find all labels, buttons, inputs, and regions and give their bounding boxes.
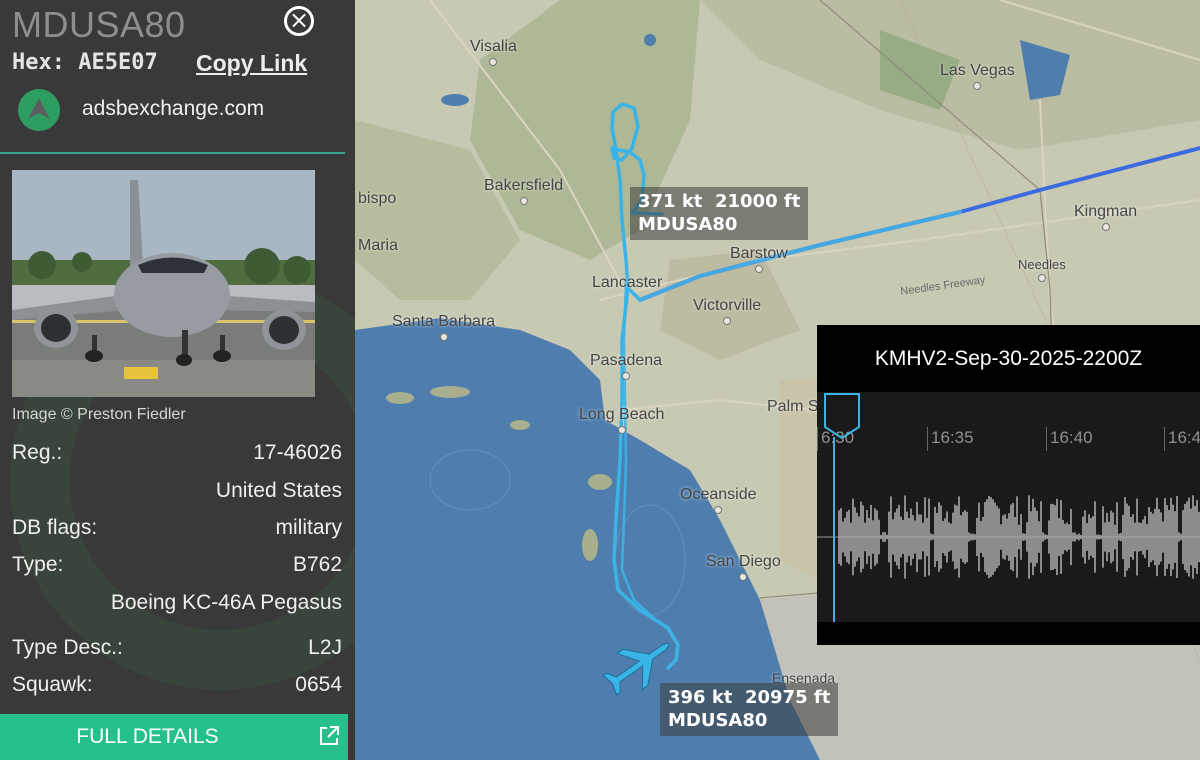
city-long-beach: Long Beach (579, 406, 664, 434)
copy-link[interactable]: Copy Link (196, 50, 307, 77)
label-speed: 396 kt (668, 687, 733, 708)
city-pasadena: Pasadena (590, 352, 662, 380)
label-altitude: 21000 ft (714, 191, 801, 212)
hex-row: Hex: AE5E07 (12, 50, 158, 75)
divider (0, 152, 345, 154)
label-speed: 371 kt (638, 191, 703, 212)
city-obispo: bispo (358, 190, 397, 207)
dbflags-value: military (275, 516, 343, 539)
playhead-line[interactable] (833, 437, 835, 622)
city-victorville: Victorville (693, 297, 761, 325)
timeline-tick: 16:40 (1046, 427, 1093, 451)
hex-label: Hex: (12, 50, 65, 75)
reg-value: 17-46026 (253, 441, 342, 464)
label-callsign: MDUSA80 (638, 214, 738, 235)
adsbexchange-logo-icon (18, 89, 60, 131)
audio-player-panel[interactable]: KMHV2-Sep-30-2025-2200Z 6:30 16:35 16:40… (817, 325, 1200, 645)
city-san-diego: San Diego (706, 553, 781, 581)
aircraft-label-upper[interactable]: 371 kt 21000 ft MDUSA80 (630, 187, 809, 240)
label-callsign: MDUSA80 (668, 710, 768, 731)
city-bakersfield: Bakersfield (484, 177, 563, 205)
reg-label: Reg.: (12, 441, 63, 464)
type-value: B762 (292, 553, 342, 576)
city-barstow: Barstow (730, 245, 788, 273)
timeline-tick: 16:4 (1164, 427, 1200, 451)
aircraft-label-lower[interactable]: 396 kt 20975 ft MDUSA80 (660, 683, 839, 736)
city-las-vegas: Las Vegas (940, 62, 1015, 90)
city-needles: Needles (1018, 257, 1066, 282)
photo-credit: Image © Preston Fiedler (12, 406, 186, 423)
dbflags-label: DB flags: (12, 516, 98, 539)
typedesc-value: L2J (308, 636, 342, 659)
squawk-label: Squawk: (12, 673, 93, 696)
country-value: United States (215, 479, 342, 502)
city-lancaster: Lancaster (592, 274, 663, 291)
aircraft-photo[interactable] (12, 170, 315, 397)
timeline-tick: 16:35 (927, 427, 974, 451)
squawk-value: 0654 (295, 673, 342, 696)
callsign-title: MDUSA80 (12, 4, 186, 45)
playhead-marker-icon[interactable] (824, 393, 860, 439)
type-label: Type: (12, 553, 64, 576)
aircraft-info-panel: MDUSA80 × Hex: AE5E07 Copy Link adsbexch… (0, 0, 355, 760)
city-santa-maria: Maria (358, 237, 399, 254)
site-name[interactable]: adsbexchange.com (82, 97, 264, 121)
city-oceanside: Oceanside (680, 486, 757, 514)
full-details-button[interactable]: FULL DETAILS (0, 714, 348, 760)
hex-value: AE5E07 (78, 50, 158, 75)
city-santa-barbara: Santa Barbara (392, 313, 495, 341)
waveform-area[interactable] (817, 392, 1200, 622)
typedesc-label: Type Desc.: (12, 636, 123, 659)
close-icon[interactable]: × (284, 6, 314, 36)
type-name-value: Boeing KC-46A Pegasus (110, 591, 342, 614)
city-palm-springs: Palm S (767, 398, 819, 415)
label-altitude: 20975 ft (744, 687, 831, 708)
audio-title: KMHV2-Sep-30-2025-2200Z (874, 347, 1143, 370)
full-details-label: FULL DETAILS (76, 725, 219, 748)
city-kingman: Kingman (1074, 203, 1137, 231)
audio-waveform (817, 495, 1200, 579)
city-visalia: Visalia (470, 38, 517, 66)
external-link-icon (320, 726, 339, 745)
